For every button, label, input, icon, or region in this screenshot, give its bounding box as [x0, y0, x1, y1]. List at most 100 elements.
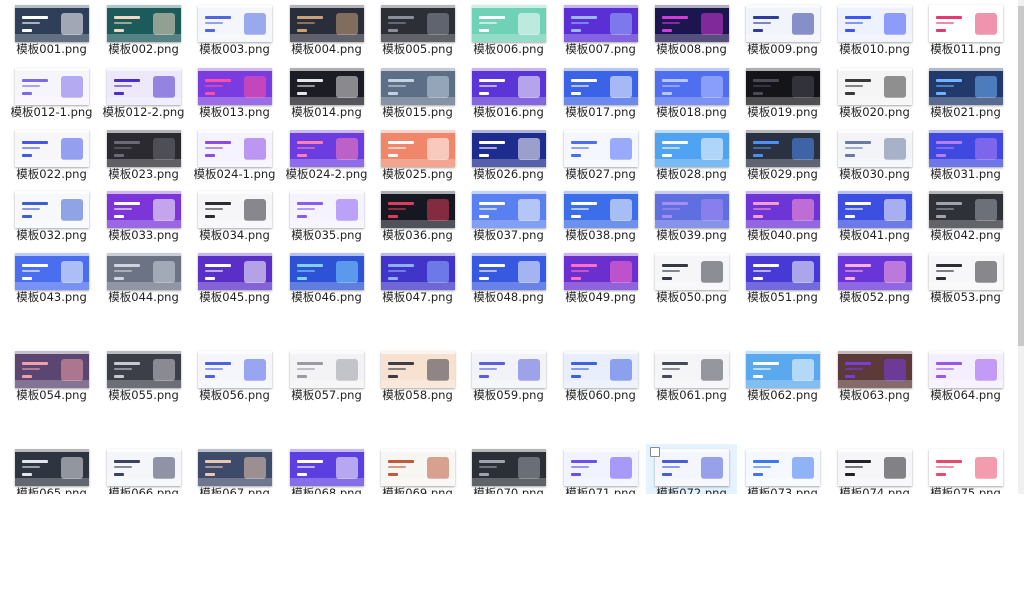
file-name: 模板073.png: [747, 486, 818, 494]
file-name: 模板026.png: [473, 167, 544, 181]
file-thumbnail: [564, 130, 638, 167]
file-item[interactable]: 模板021.png: [920, 63, 1011, 125]
file-item[interactable]: 模板064.png: [920, 346, 1011, 408]
file-item[interactable]: 模板033.png: [98, 186, 189, 248]
file-item[interactable]: 模板039.png: [646, 186, 737, 248]
file-thumbnail: [838, 351, 912, 388]
file-name: 模板051.png: [747, 290, 818, 304]
file-thumbnail: [564, 5, 638, 42]
file-item[interactable]: 模板014.png: [281, 63, 372, 125]
file-item[interactable]: 模板034.png: [189, 186, 280, 248]
file-item[interactable]: 模板051.png: [737, 248, 828, 310]
file-name: 模板030.png: [839, 167, 910, 181]
file-item[interactable]: 模板044.png: [98, 248, 189, 310]
file-item[interactable]: 模板015.png: [372, 63, 463, 125]
file-item[interactable]: 模板022.png: [6, 125, 97, 187]
file-item[interactable]: 模板046.png: [281, 248, 372, 310]
file-item[interactable]: 模板030.png: [829, 125, 920, 187]
file-item[interactable]: 模板042.png: [920, 186, 1011, 248]
file-item[interactable]: 模板069.png: [372, 444, 463, 494]
file-item[interactable]: 模板011.png: [920, 0, 1011, 62]
file-item[interactable]: 模板059.png: [463, 346, 554, 408]
file-item[interactable]: 模板003.png: [189, 0, 280, 62]
file-item[interactable]: 模板054.png: [6, 346, 97, 408]
file-name: 模板017.png: [565, 105, 636, 119]
file-item[interactable]: 模板008.png: [646, 0, 737, 62]
scrollbar-thumb[interactable]: [1018, 6, 1024, 346]
file-item[interactable]: 模板016.png: [463, 63, 554, 125]
file-item[interactable]: 模板043.png: [6, 248, 97, 310]
file-item[interactable]: 模板026.png: [463, 125, 554, 187]
file-thumbnail: [564, 449, 638, 486]
file-grid[interactable]: 模板001.png 模板002.png 模板003.png 模板004.png 模板00…: [0, 0, 1018, 494]
file-name: 模板013.png: [199, 105, 270, 119]
file-item[interactable]: 模板007.png: [555, 0, 646, 62]
file-item[interactable]: 模板067.png: [189, 444, 280, 494]
file-item[interactable]: 模板047.png: [372, 248, 463, 310]
file-item[interactable]: 模板037.png: [463, 186, 554, 248]
file-item[interactable]: 模板028.png: [646, 125, 737, 187]
file-item[interactable]: 模板058.png: [372, 346, 463, 408]
file-item[interactable]: 模板031.png: [920, 125, 1011, 187]
file-item[interactable]: 模板050.png: [646, 248, 737, 310]
file-item[interactable]: 模板075.png: [920, 444, 1011, 494]
file-item[interactable]: 模板025.png: [372, 125, 463, 187]
file-item[interactable]: 模板061.png: [646, 346, 737, 408]
file-name: 模板016.png: [473, 105, 544, 119]
file-thumbnail: [15, 351, 89, 388]
file-name: 模板068.png: [291, 486, 362, 494]
file-item[interactable]: 模板017.png: [555, 63, 646, 125]
file-item[interactable]: 模板074.png: [829, 444, 920, 494]
file-item[interactable]: 模板068.png: [281, 444, 372, 494]
file-item[interactable]: 模板006.png: [463, 0, 554, 62]
file-item[interactable]: 模板023.png: [98, 125, 189, 187]
file-item[interactable]: 模板005.png: [372, 0, 463, 62]
file-item[interactable]: 模板038.png: [555, 186, 646, 248]
file-item[interactable]: 模板012-2.png: [98, 63, 189, 125]
file-name: 模板047.png: [382, 290, 453, 304]
file-item[interactable]: 模板071.png: [555, 444, 646, 494]
file-item[interactable]: 模板010.png: [829, 0, 920, 62]
file-item[interactable]: 模板041.png: [829, 186, 920, 248]
file-item[interactable]: 模板066.png: [98, 444, 189, 494]
file-item[interactable]: 模板013.png: [189, 63, 280, 125]
file-item[interactable]: 模板024-2.png: [281, 125, 372, 187]
file-item[interactable]: 模板053.png: [920, 248, 1011, 310]
file-item[interactable]: 模板052.png: [829, 248, 920, 310]
file-item[interactable]: 模板040.png: [737, 186, 828, 248]
file-item[interactable]: 模板056.png: [189, 346, 280, 408]
file-item[interactable]: 模板024-1.png: [189, 125, 280, 187]
file-item[interactable]: 模板029.png: [737, 125, 828, 187]
file-item[interactable]: 模板062.png: [737, 346, 828, 408]
file-item[interactable]: 模板002.png: [98, 0, 189, 62]
file-item[interactable]: 模板027.png: [555, 125, 646, 187]
file-thumbnail: [472, 191, 546, 228]
file-item[interactable]: 模板018.png: [646, 63, 737, 125]
select-checkbox[interactable]: [650, 447, 660, 457]
file-thumbnail: [929, 191, 1003, 228]
file-item[interactable]: 模板073.png: [737, 444, 828, 494]
file-item[interactable]: 模板048.png: [463, 248, 554, 310]
file-item[interactable]: 模板063.png: [829, 346, 920, 408]
file-item[interactable]: 模板045.png: [189, 248, 280, 310]
file-item[interactable]: 模板020.png: [829, 63, 920, 125]
file-item[interactable]: 模板072.png: [646, 444, 737, 494]
file-item[interactable]: 模板036.png: [372, 186, 463, 248]
file-item[interactable]: 模板057.png: [281, 346, 372, 408]
file-thumbnail: [746, 5, 820, 42]
file-item[interactable]: 模板012-1.png: [6, 63, 97, 125]
file-item[interactable]: 模板009.png: [737, 0, 828, 62]
vertical-scrollbar[interactable]: [1018, 0, 1024, 494]
file-item[interactable]: 模板001.png: [6, 0, 97, 62]
file-item[interactable]: 模板004.png: [281, 0, 372, 62]
file-item[interactable]: 模板065.png: [6, 444, 97, 494]
file-item[interactable]: 模板070.png: [463, 444, 554, 494]
file-item[interactable]: 模板032.png: [6, 186, 97, 248]
file-item[interactable]: 模板035.png: [281, 186, 372, 248]
file-thumbnail: [290, 68, 364, 105]
file-item[interactable]: 模板060.png: [555, 346, 646, 408]
file-item[interactable]: 模板049.png: [555, 248, 646, 310]
file-thumbnail: [198, 68, 272, 105]
file-item[interactable]: 模板019.png: [737, 63, 828, 125]
file-item[interactable]: 模板055.png: [98, 346, 189, 408]
